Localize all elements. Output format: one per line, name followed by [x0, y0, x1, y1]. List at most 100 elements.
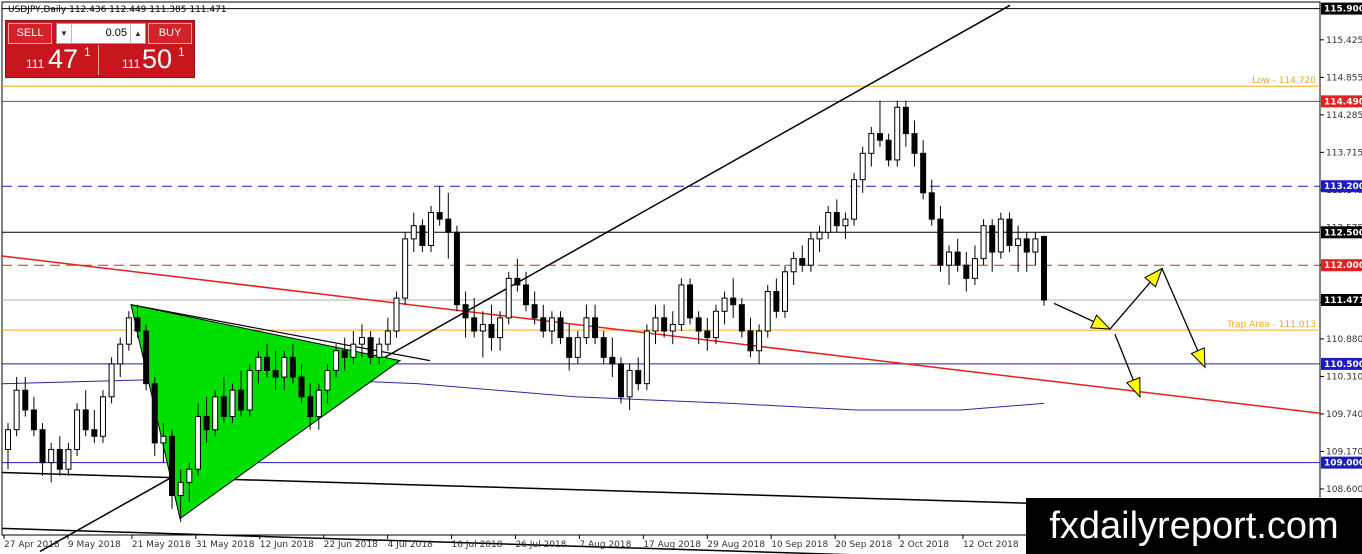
candle-body [255, 356, 262, 371]
candle-body [678, 284, 685, 325]
x-tick-label: 4 Jul 2018 [388, 540, 433, 550]
candle-body [712, 310, 719, 339]
x-tick-label: 7 Aug 2018 [579, 540, 631, 550]
candle-body [531, 304, 538, 319]
candle-body [989, 225, 996, 253]
chart-title: USDJPY,Daily 112.436 112.449 111.385 111… [8, 5, 227, 15]
candle-body [462, 304, 469, 319]
candle-body [402, 238, 409, 299]
candle-body [82, 409, 89, 431]
y-tick-label: 114.855 [1326, 73, 1362, 83]
y-tick-label: 115.425 [1326, 36, 1362, 46]
x-tick-label: 31 May 2018 [196, 540, 255, 550]
candle-body [859, 152, 866, 181]
x-tick-label: 27 Apr 2018 [4, 540, 60, 550]
candle-body [376, 343, 383, 358]
lot-increase-icon[interactable]: ▲ [130, 24, 145, 43]
candle-body [419, 225, 426, 246]
ask-price-quote[interactable]: 111 50 1 [102, 44, 192, 75]
candle-body [99, 396, 106, 437]
bid-price-quote[interactable]: 111 47 1 [8, 44, 99, 75]
candle-body [169, 435, 176, 497]
candle-body [782, 271, 788, 312]
candle-body [410, 225, 417, 240]
price-tag-label: 113.200 [1324, 182, 1362, 192]
candle-body [730, 297, 737, 306]
candle-body [851, 179, 858, 220]
candle-body [617, 363, 624, 398]
x-tick-label: 10 Sep 2018 [771, 540, 828, 550]
candle-body [497, 317, 504, 339]
y-tick-label: 109.740 [1326, 410, 1362, 420]
price-chart[interactable]: Low - 114.720 Trap Area - 111.013 115.425 1… [0, 0, 1362, 554]
candle-body [307, 396, 314, 418]
candle-body [471, 317, 478, 332]
candle-body [65, 448, 72, 470]
candle-body [920, 152, 927, 194]
x-tick-label: 12 Jun 2018 [260, 540, 314, 550]
candle-body [194, 416, 201, 470]
projection-arrow-up-head [1144, 267, 1163, 288]
candle-body [48, 448, 55, 464]
x-tick-label: 22 Jun 2018 [324, 540, 378, 550]
x-tick-label: 29 Aug 2018 [707, 540, 765, 550]
projection-arrow-down-head [1089, 314, 1112, 330]
price-tag-label: 109.000 [1324, 459, 1362, 469]
candle-body [1006, 218, 1013, 246]
candle-body [661, 317, 668, 332]
candle-body [790, 258, 797, 273]
candle-body [635, 369, 642, 385]
candle-body [592, 317, 599, 339]
bid-price-prefix: 111 [26, 57, 45, 71]
candle-body [626, 369, 633, 398]
candle-body [980, 225, 987, 260]
candle-body [816, 231, 823, 240]
candle-body [1023, 238, 1030, 253]
x-tick-label: 21 May 2018 [132, 540, 191, 550]
candle-body [488, 323, 495, 339]
candle-body [22, 389, 29, 411]
candle-body [143, 330, 150, 385]
candle-body [238, 389, 245, 411]
candle-body [212, 396, 219, 431]
y-tick-label: 108.600 [1326, 485, 1362, 495]
lot-decrease-icon[interactable]: ▼ [57, 24, 72, 43]
candle-body [220, 396, 227, 418]
candle-body [894, 106, 901, 161]
candle-body [738, 304, 745, 332]
sell-button[interactable]: SELL [8, 23, 52, 44]
candle-body [695, 317, 702, 332]
level-annotation: Trap Area - 111.013 [1226, 320, 1316, 330]
x-tick-label: 9 May 2018 [68, 540, 121, 550]
x-tick-label: 17 Aug 2018 [643, 540, 701, 550]
price-tag-label: 110.500 [1324, 360, 1362, 370]
bid-price-pip: 1 [84, 45, 91, 59]
candle-body [393, 297, 400, 332]
candle-body [548, 317, 555, 332]
candle-body [39, 429, 46, 464]
bid-price-main: 47 [48, 44, 79, 74]
candle-body [825, 212, 832, 233]
candle-body [997, 218, 1004, 253]
candle-body [833, 212, 840, 227]
candle-body [756, 330, 763, 352]
candle-body [902, 106, 909, 135]
candle-body [963, 264, 970, 279]
candle-body [350, 343, 357, 358]
candle-body [333, 350, 340, 371]
candle-body [876, 133, 883, 141]
candle-body [523, 284, 529, 306]
candle-body [479, 323, 486, 332]
candle-body [566, 337, 573, 358]
candle-body [74, 409, 81, 450]
candle-body [807, 238, 814, 266]
x-tick-label: 16 Jul 2018 [452, 540, 503, 550]
candle-body [186, 468, 193, 483]
price-tag-label: 112.500 [1324, 228, 1362, 238]
x-tick-label: 2 Oct 2018 [899, 540, 949, 550]
candle-body [937, 218, 944, 266]
candle-body [557, 317, 564, 339]
buy-button[interactable]: BUY [148, 23, 192, 44]
lot-size-stepper[interactable]: ▼ 0.05 ▲ [56, 23, 146, 44]
candle-body [583, 317, 590, 339]
